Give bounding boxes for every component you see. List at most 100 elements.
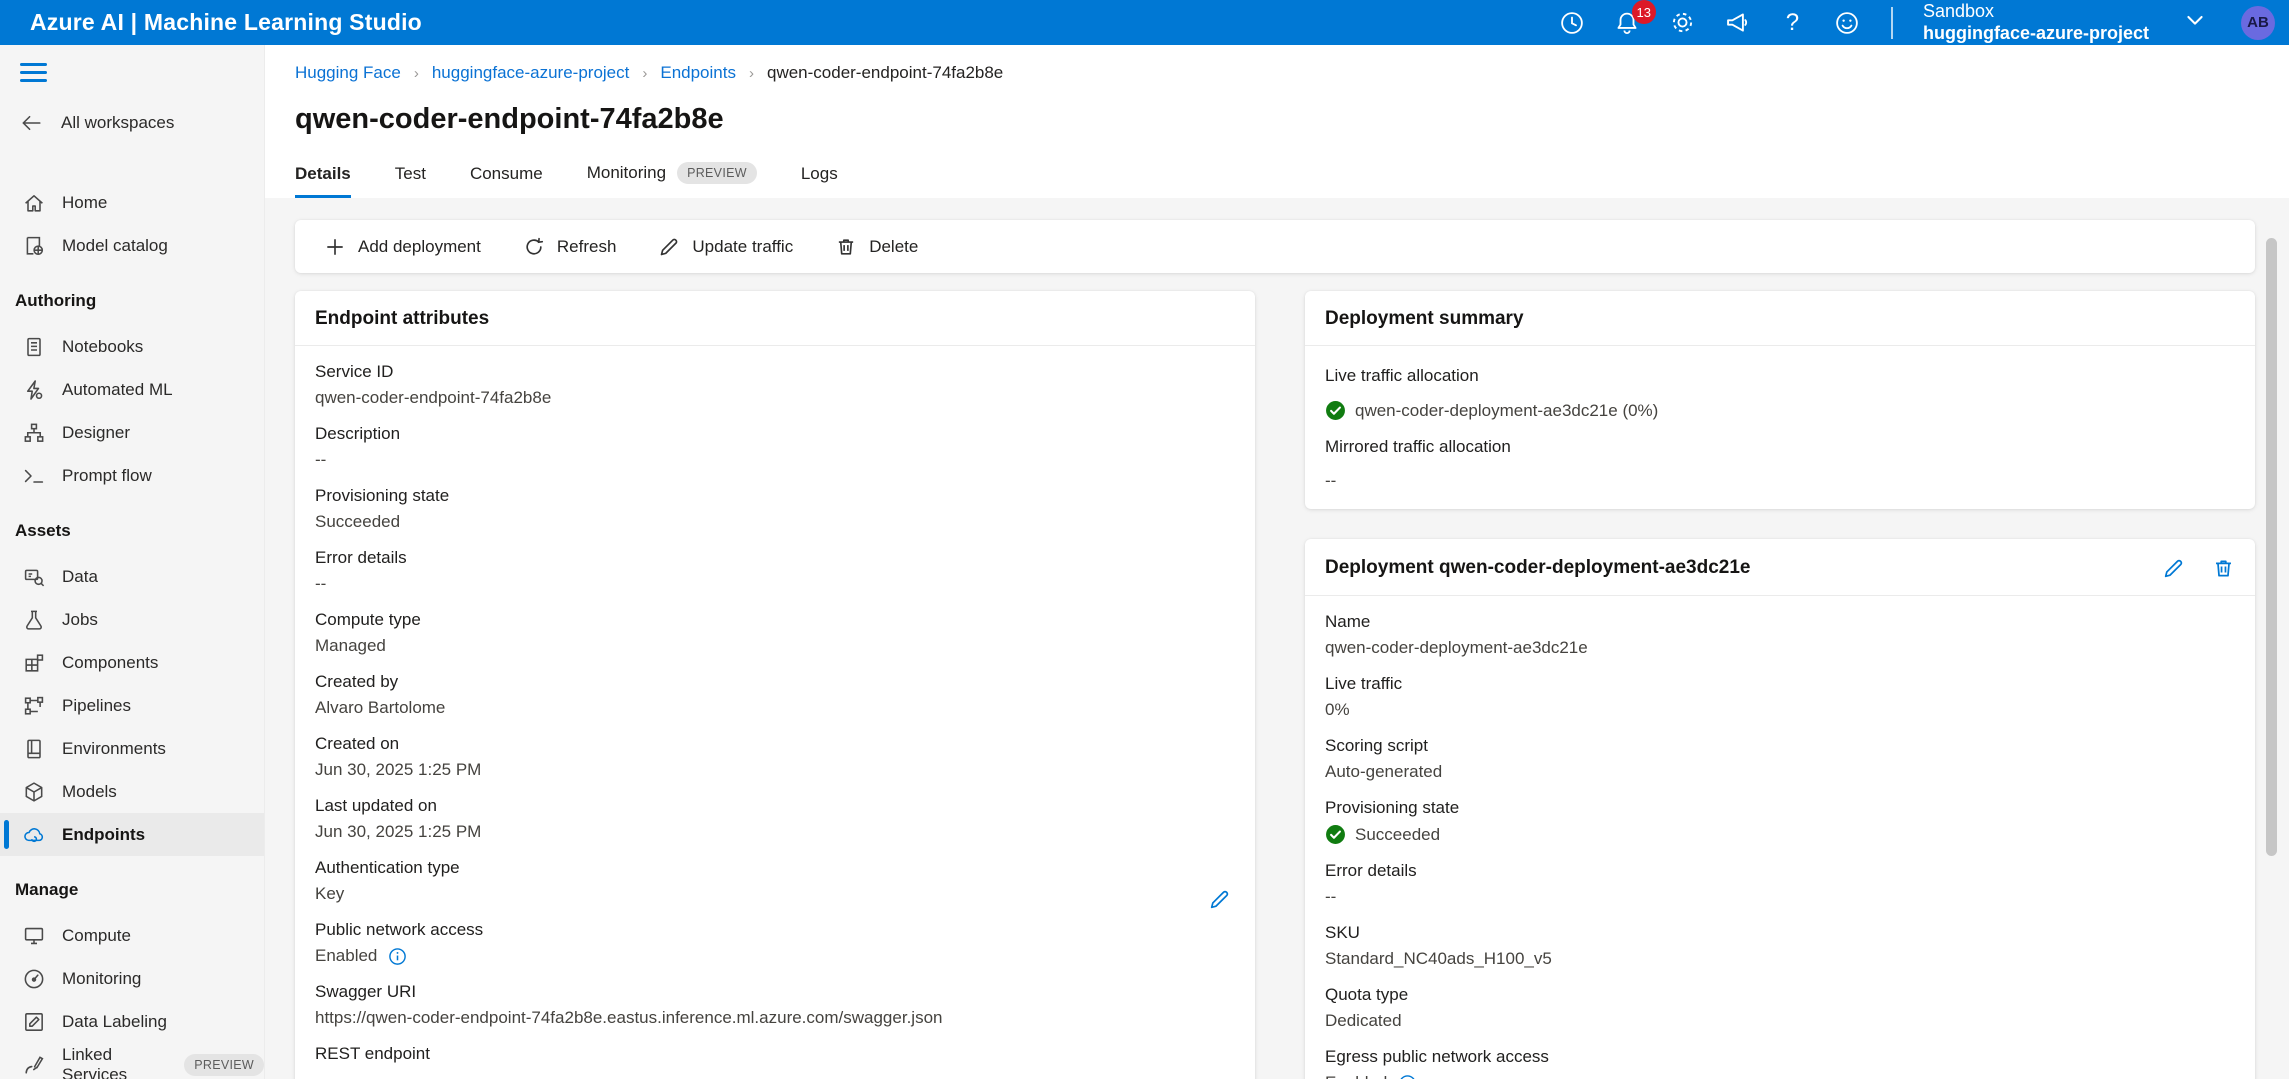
field-scoring-script: Scoring script Auto-generated (1325, 736, 1443, 781)
sidebar-item-monitoring[interactable]: Monitoring (0, 957, 264, 1000)
sidebar-section-authoring: Authoring (15, 291, 97, 310)
field-last-updated-on: Last updated on Jun 30, 2025 1:25 PM (315, 796, 482, 841)
left-navigation-sidebar: All workspaces Home Model catalog Author… (0, 45, 265, 1079)
breadcrumb: Hugging Face › huggingface-azure-project… (295, 63, 2289, 83)
command-toolbar: Add deployment Refresh Update traffic De… (295, 220, 2255, 273)
model-catalog-icon (22, 234, 46, 258)
field-deployment-provisioning-state: Provisioning state Succeeded (1325, 798, 1460, 844)
delete-deployment-trash-icon[interactable] (2211, 556, 2235, 580)
sidebar-item-components[interactable]: Components (0, 641, 264, 684)
live-traffic-allocation-value: qwen-coder-deployment-ae3dc21e (0%) (1325, 400, 2235, 421)
tab-monitoring[interactable]: Monitoring PREVIEW (587, 162, 757, 198)
environments-icon (22, 737, 46, 761)
field-sku: SKU Standard_NC40ads_H100_v5 (1325, 923, 1552, 968)
jobs-flask-icon (22, 608, 46, 632)
sidebar-item-automated-ml[interactable]: Automated ML (0, 368, 264, 411)
page-header: Hugging Face › huggingface-azure-project… (265, 45, 2289, 198)
delete-button[interactable]: Delete (814, 220, 939, 273)
breadcrumb-project[interactable]: huggingface-azure-project (432, 63, 630, 83)
edit-authentication-pencil-icon[interactable] (1208, 888, 1231, 916)
sidebar-item-linked-services[interactable]: Linked Services PREVIEW (0, 1043, 264, 1079)
announcements-megaphone-icon[interactable] (1724, 9, 1751, 36)
sidebar-item-label: Automated ML (62, 379, 173, 399)
help-question-icon[interactable]: ? (1779, 9, 1806, 36)
field-provisioning-state: Provisioning state Succeeded (315, 486, 450, 531)
workspace-selector[interactable]: Sandbox huggingface-azure-project (1923, 1, 2149, 43)
sidebar-item-pipelines[interactable]: Pipelines (0, 684, 264, 727)
sidebar-item-endpoints[interactable]: Endpoints (0, 813, 264, 856)
vertical-scrollbar[interactable] (2266, 238, 2277, 856)
workspace-name: huggingface-azure-project (1922, 22, 2149, 43)
top-app-bar: Azure AI | Machine Learning Studio 13 ? … (0, 0, 2289, 45)
feedback-smiley-icon[interactable] (1834, 9, 1861, 36)
plus-icon (327, 238, 343, 255)
pencil-icon (661, 238, 678, 255)
hamburger-menu-icon[interactable] (0, 57, 60, 91)
compute-monitor-icon (22, 924, 46, 948)
tab-logs[interactable]: Logs (801, 164, 838, 198)
notification-count-badge: 13 (1631, 0, 1656, 24)
sidebar-item-label: Pipelines (62, 695, 131, 715)
notifications-bell-icon[interactable]: 13 (1614, 0, 1656, 36)
sidebar-item-label: Designer (62, 422, 131, 442)
success-check-icon (1326, 401, 1345, 420)
user-avatar[interactable]: AB (2241, 5, 2275, 40)
add-deployment-button[interactable]: Add deployment (303, 220, 502, 273)
info-icon[interactable] (1398, 1074, 1417, 1079)
field-service-id: Service ID qwen-coder-endpoint-74fa2b8e (315, 362, 552, 407)
sidebar-item-label: Monitoring (62, 968, 142, 988)
sidebar-item-home[interactable]: Home (0, 181, 264, 224)
sidebar-item-label: Model catalog (62, 235, 168, 255)
field-live-traffic: Live traffic 0% (1325, 674, 1403, 719)
refresh-icon (526, 237, 543, 255)
refresh-button[interactable]: Refresh (502, 220, 638, 273)
breadcrumb-separator: › (748, 64, 754, 82)
monitoring-gauge-icon (22, 967, 46, 991)
sidebar-item-jobs[interactable]: Jobs (0, 598, 264, 641)
tab-details[interactable]: Details (295, 164, 351, 198)
sidebar-item-environments[interactable]: Environments (0, 727, 264, 770)
all-workspaces-label: All workspaces (61, 113, 175, 132)
tab-consume[interactable]: Consume (470, 164, 543, 198)
sidebar-item-models[interactable]: Models (0, 770, 264, 813)
workspace-chevron-down-icon[interactable] (2183, 8, 2207, 37)
all-workspaces-back-link[interactable]: All workspaces (0, 91, 264, 153)
breadcrumb-endpoints[interactable]: Endpoints (660, 63, 736, 83)
pipelines-icon (22, 694, 46, 718)
linked-services-icon (22, 1053, 46, 1077)
back-arrow-icon (20, 111, 44, 135)
update-traffic-button[interactable]: Update traffic (637, 220, 814, 273)
sidebar-item-label: Compute (62, 925, 131, 945)
field-deployment-name: Name qwen-coder-deployment-ae3dc21e (1325, 612, 1588, 657)
history-clock-icon[interactable] (1559, 9, 1586, 36)
sidebar-item-prompt-flow[interactable]: Prompt flow (0, 454, 264, 497)
sidebar-item-model-catalog[interactable]: Model catalog (0, 224, 264, 267)
success-check-icon (1326, 825, 1345, 844)
topbar-divider (1890, 6, 1893, 39)
breadcrumb-separator: › (413, 64, 419, 82)
sidebar-item-compute[interactable]: Compute (0, 914, 264, 957)
field-rest-endpoint: REST endpoint (315, 1044, 430, 1063)
models-cube-icon (22, 780, 46, 804)
sidebar-item-label: Notebooks (62, 336, 144, 356)
tab-test[interactable]: Test (395, 164, 426, 198)
panel-title: Deployment summary (1325, 308, 1524, 329)
sidebar-item-label: Components (62, 652, 159, 672)
breadcrumb-hugging-face[interactable]: Hugging Face (295, 63, 401, 83)
live-traffic-allocation-label: Live traffic allocation (1325, 366, 1479, 385)
panel-title: Endpoint attributes (315, 308, 490, 329)
breadcrumb-separator: › (642, 64, 648, 82)
edit-deployment-pencil-icon[interactable] (2161, 556, 2185, 580)
sidebar-item-data[interactable]: Data (0, 555, 264, 598)
field-deployment-error-details: Error details -- (1325, 861, 1417, 906)
info-icon[interactable] (388, 947, 407, 966)
sidebar-item-notebooks[interactable]: Notebooks (0, 325, 264, 368)
designer-icon (22, 421, 46, 445)
sidebar-item-data-labeling[interactable]: Data Labeling (0, 1000, 264, 1043)
field-description: Description -- (315, 424, 401, 469)
settings-gear-icon[interactable] (1669, 9, 1696, 36)
data-icon (22, 565, 46, 589)
deployment-detail-panel: Deployment qwen-coder-deployment-ae3dc21… (1305, 539, 2255, 1079)
sidebar-item-designer[interactable]: Designer (0, 411, 264, 454)
sidebar-item-label: Models (62, 781, 117, 801)
